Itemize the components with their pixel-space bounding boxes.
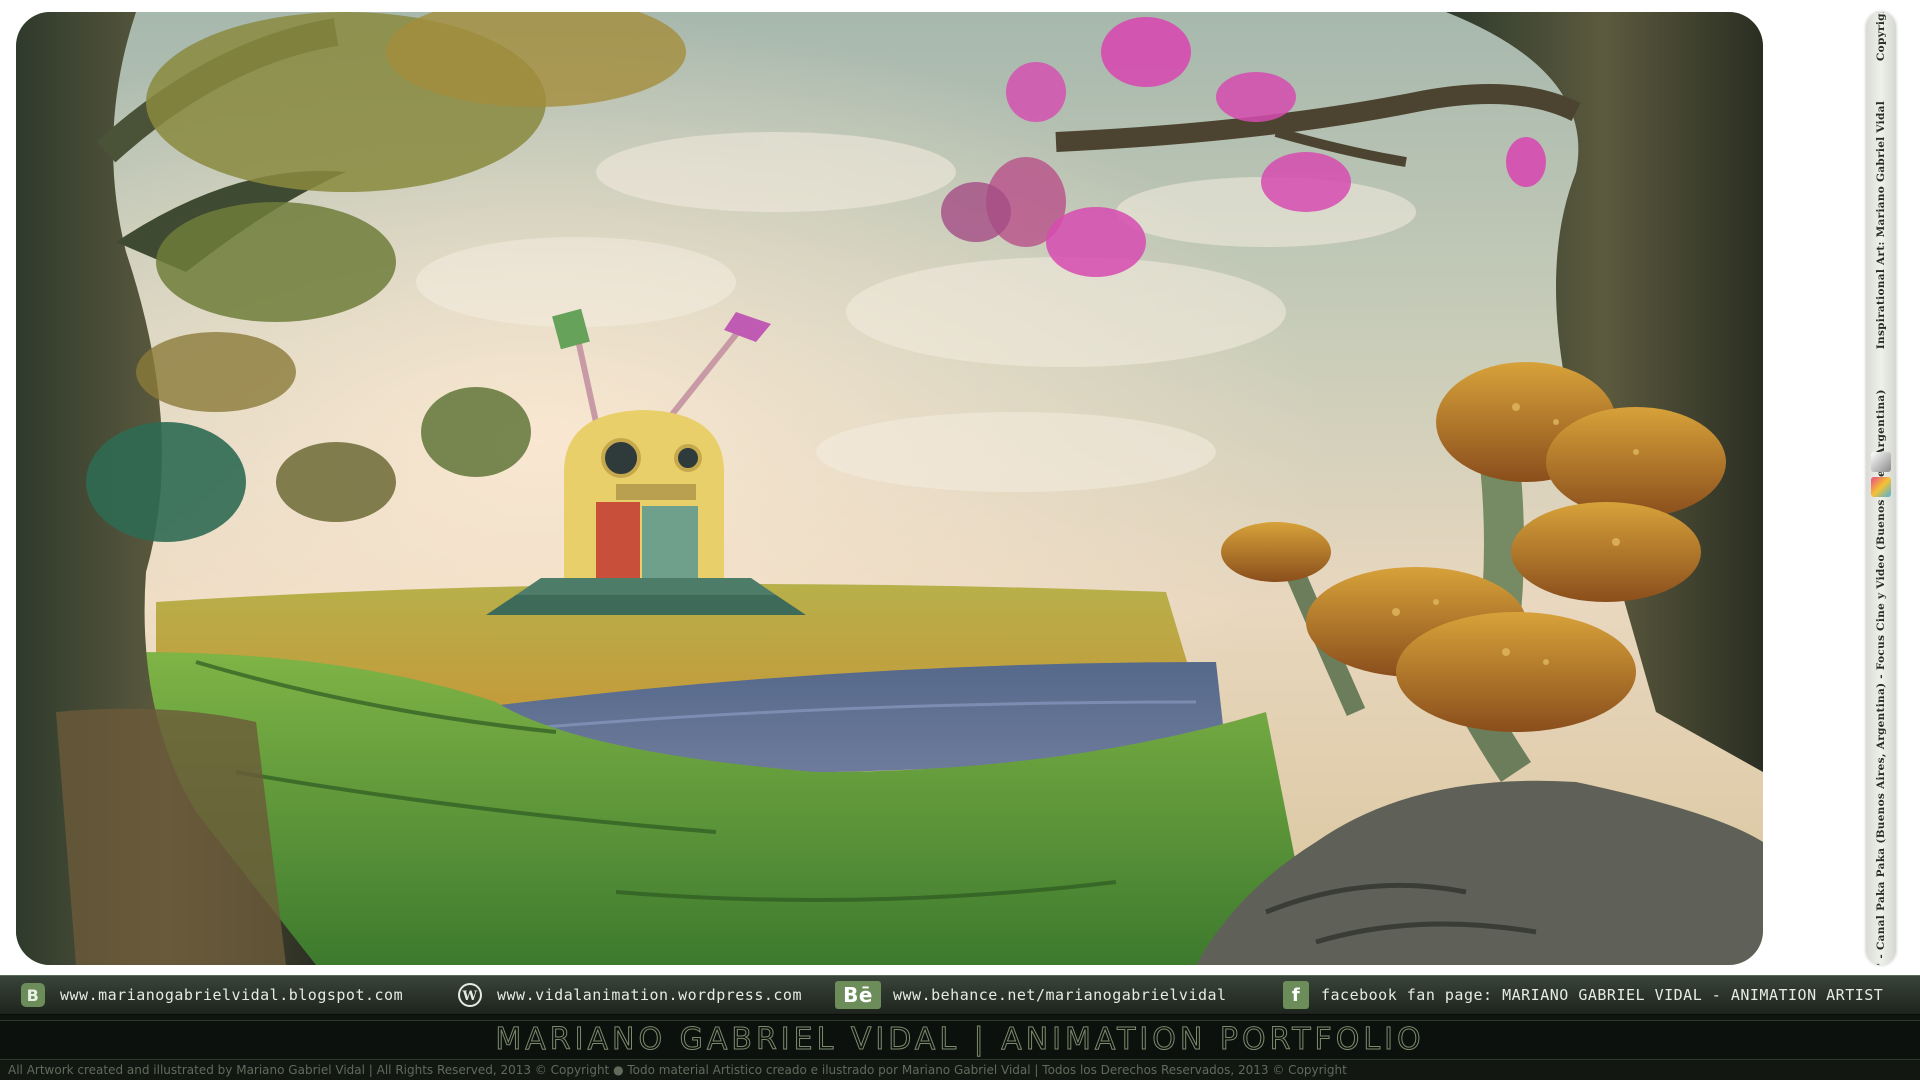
facebook-link-label: facebook fan page: MARIANO GABRIEL VIDAL… <box>1321 986 1884 1004</box>
behance-link[interactable]: Bē www.behance.net/marianogabrielvidal <box>835 976 1227 1014</box>
artist-credit: Inspirational Art: Mariano Gabriel Vidal <box>1875 100 1887 349</box>
blog-link[interactable]: B www.marianogabrielvidal.blogspot.com <box>18 976 403 1014</box>
links-bar: B www.marianogabrielvidal.blogspot.com W… <box>0 975 1920 1015</box>
stepped-platform <box>486 578 806 615</box>
artwork-illustration <box>16 12 1763 965</box>
studio-logo-icon <box>1871 452 1891 472</box>
side-copyright: Copyright © 2012 <box>1875 12 1887 60</box>
vertical-credit-strip: "ARTE 11" - Canal Paka Paka (Buenos Aire… <box>1866 12 1896 965</box>
copyright-bar: All Artwork created and illustrated by M… <box>0 1061 1920 1080</box>
project-caption: "ARTE 11" - Canal Paka Paka (Buenos Aire… <box>1875 388 1887 965</box>
fantasy-landscape-painting <box>16 12 1763 965</box>
portfolio-footer: B www.marianogabrielvidal.blogspot.com W… <box>0 975 1920 1080</box>
wordpress-icon: W <box>455 981 485 1009</box>
svg-text:W: W <box>461 989 477 1004</box>
channel-logo-icon <box>1871 477 1891 497</box>
wordpress-link[interactable]: W www.vidalanimation.wordpress.com <box>455 976 802 1014</box>
wordpress-link-label: www.vidalanimation.wordpress.com <box>497 986 802 1004</box>
facebook-link[interactable]: f facebook fan page: MARIANO GABRIEL VID… <box>1283 976 1883 1014</box>
svg-text:B: B <box>27 986 40 1005</box>
behance-link-label: www.behance.net/marianogabrielvidal <box>893 986 1227 1004</box>
blog-link-label: www.marianogabrielvidal.blogspot.com <box>60 986 404 1004</box>
copyright-line: All Artwork created and illustrated by M… <box>8 1063 1347 1077</box>
facebook-icon: f <box>1283 981 1309 1009</box>
blogger-icon: B <box>18 981 48 1009</box>
title-bar: MARIANO GABRIEL VIDAL | ANIMATION PORTFO… <box>0 1020 1920 1060</box>
behance-icon: Bē <box>835 981 881 1009</box>
portfolio-title: MARIANO GABRIEL VIDAL | ANIMATION PORTFO… <box>495 1022 1425 1058</box>
